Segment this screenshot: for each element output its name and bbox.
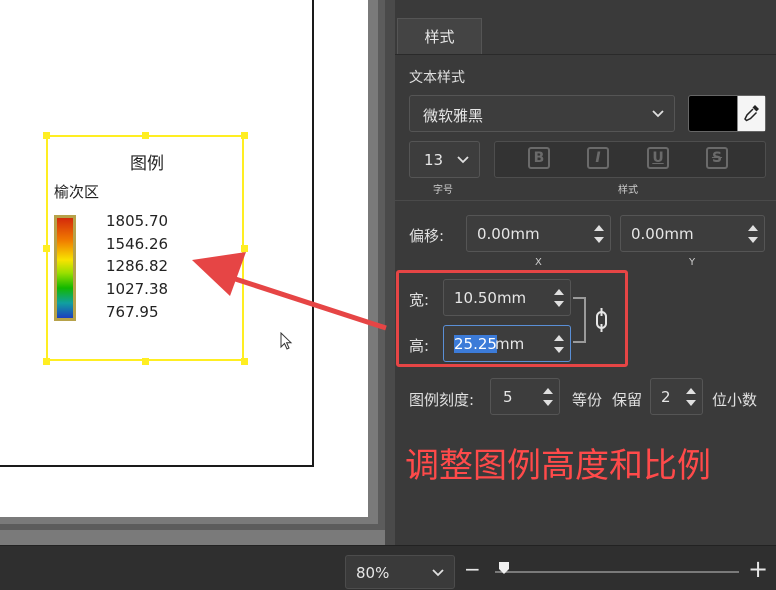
legend-title: 图例 [130, 154, 164, 174]
text-style-label: 文本样式 [409, 70, 465, 86]
page-shadow-bottom [0, 524, 385, 530]
chevron-down-icon [652, 110, 664, 118]
zoom-out-button[interactable]: − [464, 557, 481, 581]
retain-label: 保留 [612, 391, 643, 409]
annotation-arrow-icon [192, 252, 387, 331]
offset-label: 偏移: [409, 227, 445, 245]
tab-style[interactable]: 样式 [397, 18, 482, 54]
strikethrough-button[interactable]: S [706, 147, 728, 169]
spinner-icon[interactable] [748, 223, 758, 245]
zoom-slider-thumb[interactable] [498, 561, 510, 575]
font-size-select[interactable]: 13 [409, 141, 480, 178]
italic-button[interactable]: I [587, 147, 609, 169]
font-size-value: 13 [424, 151, 444, 169]
resize-handle-sw[interactable] [43, 358, 50, 365]
style-caption: 样式 [618, 185, 638, 196]
decimals-value: 2 [661, 388, 671, 406]
y-caption: Y [689, 257, 696, 268]
font-family-value: 微软雅黑 [423, 107, 484, 125]
panel-tabbar: 样式 [395, 18, 776, 55]
zoom-in-button[interactable]: + [748, 555, 768, 583]
zoom-select[interactable]: 80% [345, 555, 455, 589]
annotation-text: 调整图例高度和比例 [405, 446, 711, 486]
chevron-down-icon [432, 569, 444, 577]
resize-handle-se[interactable] [241, 358, 248, 365]
decimals-input[interactable]: 2 [650, 378, 703, 415]
font-size-caption: 字号 [433, 185, 453, 196]
offset-x-value: 0.00mm [477, 225, 540, 243]
bold-button[interactable]: B [528, 147, 550, 169]
legend-value: 1546.26 [106, 235, 169, 253]
font-family-select[interactable]: 微软雅黑 [409, 95, 675, 132]
eyedropper-button[interactable] [737, 96, 765, 131]
zoom-value: 80% [356, 564, 390, 582]
resize-handle-nw[interactable] [43, 132, 50, 139]
font-color-picker[interactable] [688, 95, 766, 132]
annotation-highlight-box [396, 270, 628, 367]
legend-value: 1286.82 [106, 257, 169, 275]
legend-subtitle: 榆次区 [54, 183, 100, 201]
offset-y-input[interactable]: 0.00mm [620, 215, 765, 252]
chevron-down-icon [457, 156, 469, 164]
resize-handle-ne[interactable] [241, 132, 248, 139]
equal-parts-label: 等份 [572, 391, 603, 409]
legend-scale-value: 5 [503, 388, 513, 406]
resize-handle-n[interactable] [142, 132, 149, 139]
legend-value: 1805.70 [106, 212, 169, 230]
underline-button[interactable]: U [647, 147, 669, 169]
legend-value: 767.95 [106, 303, 159, 321]
legend-value: 1027.38 [106, 280, 169, 298]
eyedropper-icon [744, 105, 759, 122]
offset-y-value: 0.00mm [631, 225, 694, 243]
resize-handle-s[interactable] [142, 358, 149, 365]
legend-color-ramp [54, 215, 76, 321]
zoom-slider-track[interactable] [495, 571, 739, 573]
legend-scale-input[interactable]: 5 [490, 378, 560, 415]
legend-scale-label: 图例刻度: [409, 391, 475, 409]
offset-x-input[interactable]: 0.00mm [466, 215, 611, 252]
spinner-icon[interactable] [543, 386, 553, 408]
spinner-icon[interactable] [594, 223, 604, 245]
resize-handle-w[interactable] [43, 245, 50, 252]
divider [395, 200, 776, 201]
spinner-icon[interactable] [686, 386, 696, 408]
decimals-label: 位小数 [712, 391, 758, 409]
x-caption: X [535, 257, 542, 268]
